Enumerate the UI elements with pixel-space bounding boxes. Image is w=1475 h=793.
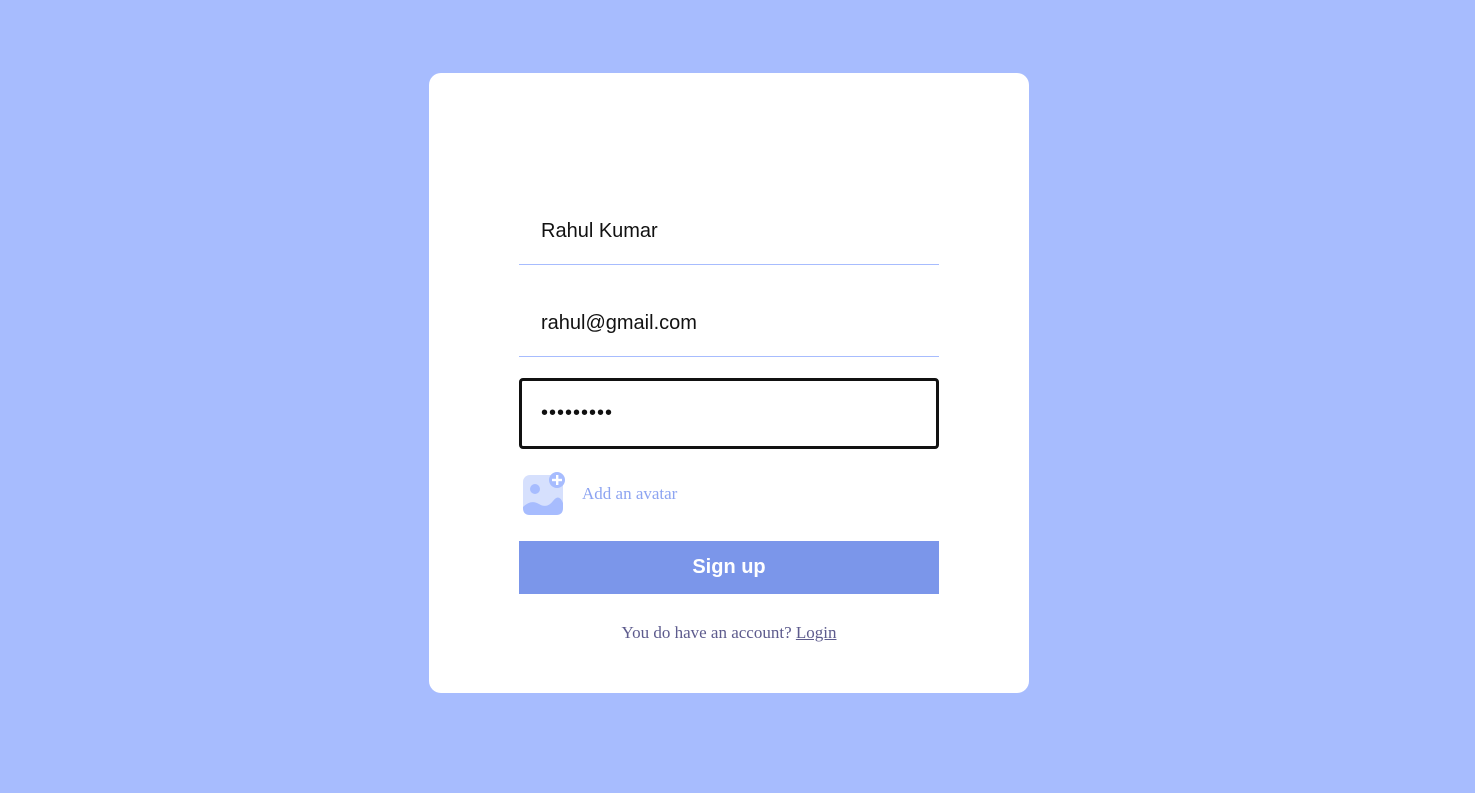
email-input[interactable] bbox=[519, 291, 939, 357]
register-card: Register Add an avatar Sign up You do ha… bbox=[429, 73, 1029, 693]
add-avatar-label: Add an avatar bbox=[582, 484, 678, 503]
display-name-input[interactable] bbox=[519, 199, 939, 265]
password-input[interactable] bbox=[519, 378, 939, 449]
login-link[interactable]: Login bbox=[796, 623, 837, 642]
footer-text: You do have an account? Login bbox=[429, 623, 1029, 643]
add-image-icon bbox=[521, 471, 567, 517]
add-avatar-button[interactable]: Add an avatar bbox=[521, 471, 677, 517]
footer-prompt: You do have an account? bbox=[621, 623, 792, 642]
sign-up-button[interactable]: Sign up bbox=[519, 541, 939, 594]
